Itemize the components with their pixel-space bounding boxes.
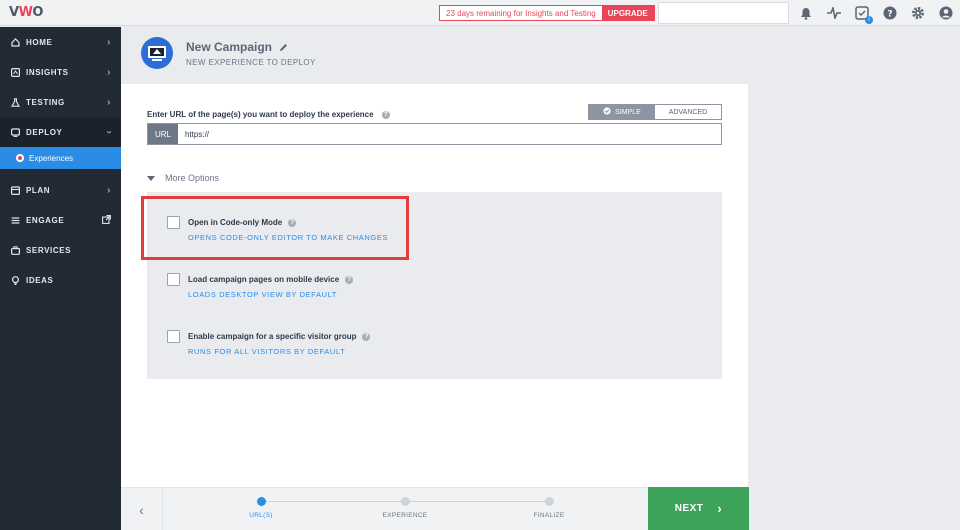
- flask-icon: [11, 97, 21, 107]
- url-label-text: Enter URL of the page(s) you want to dep…: [147, 110, 374, 119]
- sidebar-item-ideas[interactable]: IDEAS: [0, 265, 121, 295]
- vwo-logo[interactable]: VWO: [9, 5, 43, 20]
- sidebar-item-label: IDEAS: [26, 275, 54, 285]
- sidebar-item-experiences[interactable]: Experiences: [0, 147, 121, 169]
- campaign-avatar: [141, 37, 173, 69]
- sidebar-item-insights[interactable]: INSIGHTS ›: [0, 57, 121, 87]
- top-bar: VWO 23 days remaining for Insights and T…: [0, 0, 960, 26]
- sidebar-item-label: ENGAGE: [26, 215, 65, 225]
- step-urls[interactable]: URL(S): [231, 497, 291, 519]
- campaign-title[interactable]: New Campaign: [186, 40, 288, 55]
- chevron-right-icon: ›: [107, 67, 111, 78]
- sidebar: HOME › INSIGHTS › TESTING › DEPLOY › Exp…: [0, 27, 121, 530]
- check-circle-icon: [603, 107, 611, 117]
- campaign-subtitle: NEW EXPERIENCE TO DEPLOY: [186, 58, 316, 67]
- bell-icon[interactable]: [797, 4, 815, 22]
- help-icon[interactable]: ?: [345, 275, 354, 284]
- sidebar-item-label: HOME: [26, 37, 53, 47]
- visitor-group-checkbox[interactable]: [167, 330, 180, 343]
- sidebar-item-label: INSIGHTS: [26, 67, 69, 77]
- chevron-right-icon: ›: [107, 97, 111, 108]
- edit-pencil-icon[interactable]: [279, 41, 288, 55]
- highlight-box: [141, 196, 409, 260]
- sidebar-item-services[interactable]: SERVICES: [0, 235, 121, 265]
- engage-icon: [11, 215, 21, 225]
- sidebar-item-engage[interactable]: ENGAGE: [0, 205, 121, 235]
- step-dot: [544, 497, 554, 506]
- mode-simple-label: SIMPLE: [615, 108, 641, 116]
- activity-icon[interactable]: [825, 4, 843, 22]
- step-experience[interactable]: EXPERIENCE: [375, 497, 435, 519]
- chevron-right-icon: ›: [107, 185, 111, 196]
- option-subtitle: LOADS DESKTOP VIEW BY DEFAULT: [188, 290, 337, 299]
- more-options-toggle[interactable]: More Options: [147, 173, 219, 183]
- next-button[interactable]: NEXT ›: [648, 487, 749, 530]
- sidebar-subitem-label: Experiences: [29, 153, 74, 163]
- deploy-icon: [11, 127, 21, 137]
- experiences-icon: [16, 154, 24, 162]
- svg-text:?: ?: [887, 10, 892, 20]
- step-label: FINALIZE: [533, 512, 565, 519]
- plan-icon: [11, 185, 21, 195]
- sidebar-item-label: TESTING: [26, 97, 65, 107]
- search-input[interactable]: [658, 2, 789, 24]
- sidebar-item-home[interactable]: HOME ›: [0, 27, 121, 57]
- next-label: NEXT: [674, 503, 704, 514]
- insights-icon: [11, 67, 21, 77]
- option-title-text: Load campaign pages on mobile device: [188, 275, 340, 284]
- chevron-down-icon: ›: [103, 130, 115, 135]
- chevron-right-icon: ›: [107, 37, 111, 48]
- mobile-checkbox[interactable]: [167, 273, 180, 286]
- services-icon: [11, 245, 21, 255]
- sidebar-item-label: PLAN: [26, 185, 51, 195]
- trial-banner: 23 days remaining for Insights and Testi…: [439, 5, 655, 21]
- caret-down-icon: [147, 175, 155, 181]
- sidebar-item-testing[interactable]: TESTING ›: [0, 87, 121, 117]
- top-icons: i ?: [797, 4, 955, 24]
- option-title: Load campaign pages on mobile device?: [188, 275, 354, 284]
- chevron-right-icon: ›: [717, 501, 723, 516]
- bulb-icon: [11, 275, 21, 285]
- home-icon: [11, 37, 21, 47]
- help-icon[interactable]: ?: [362, 332, 371, 341]
- campaign-header: New Campaign NEW EXPERIENCE TO DEPLOY: [121, 27, 748, 84]
- page-title: New Campaign: [186, 40, 273, 54]
- option-title-text: Enable campaign for a specific visitor g…: [188, 332, 357, 341]
- help-icon[interactable]: ?: [381, 110, 390, 119]
- sidebar-item-deploy[interactable]: DEPLOY ›: [0, 117, 121, 147]
- mode-toggle: SIMPLE ADVANCED: [588, 104, 722, 120]
- mode-advanced-button[interactable]: ADVANCED: [655, 105, 721, 119]
- trial-text: 23 days remaining for Insights and Testi…: [446, 8, 596, 18]
- sidebar-item-plan[interactable]: PLAN ›: [0, 175, 121, 205]
- step-dot: [256, 497, 266, 506]
- sidebar-item-label: SERVICES: [26, 245, 72, 255]
- user-icon[interactable]: [937, 4, 955, 22]
- help-icon[interactable]: ?: [881, 4, 899, 22]
- info-badge: i: [865, 16, 873, 24]
- settings-icon[interactable]: [909, 4, 927, 22]
- mode-simple-button[interactable]: SIMPLE: [589, 105, 655, 119]
- right-gutter: [748, 27, 960, 530]
- option-title: Enable campaign for a specific visitor g…: [188, 332, 371, 341]
- back-button[interactable]: ‹: [121, 488, 163, 530]
- more-options-label: More Options: [165, 173, 220, 183]
- url-label: Enter URL of the page(s) you want to dep…: [147, 110, 390, 119]
- external-link-icon: [102, 215, 111, 227]
- sidebar-item-label: DEPLOY: [26, 127, 63, 137]
- upgrade-button[interactable]: UPGRADE: [601, 6, 654, 20]
- url-tag: URL: [148, 124, 178, 144]
- url-input[interactable]: [178, 124, 721, 144]
- main-panel: Enter URL of the page(s) you want to dep…: [121, 84, 748, 487]
- guide-icon[interactable]: i: [853, 4, 873, 24]
- step-label: URL(S): [249, 512, 273, 519]
- url-row: URL: [147, 123, 722, 145]
- option-subtitle: RUNS FOR ALL VISITORS BY DEFAULT: [188, 347, 346, 356]
- step-label: EXPERIENCE: [382, 512, 428, 519]
- step-finalize[interactable]: FINALIZE: [519, 497, 579, 519]
- step-dot: [400, 497, 410, 506]
